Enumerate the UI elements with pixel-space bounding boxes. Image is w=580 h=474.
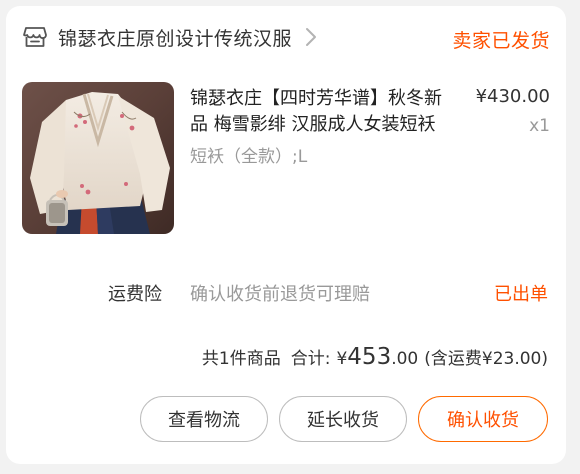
total-label: 合计: <box>290 349 331 369</box>
product-price: ¥430.00 <box>475 86 550 107</box>
shipping-fee-note: (含运费¥23.00) <box>424 349 548 369</box>
view-logistics-button[interactable]: 查看物流 <box>140 396 268 442</box>
total-currency: ¥ <box>336 349 348 369</box>
product-image[interactable] <box>22 82 174 234</box>
product-quantity: x1 <box>529 116 550 136</box>
confirm-receipt-button[interactable]: 确认收货 <box>418 396 548 442</box>
total-amount-decimal: .00 <box>391 349 419 369</box>
freight-insurance-status[interactable]: 已出单 <box>494 280 548 306</box>
freight-insurance-desc: 确认收货前退货可理赔 <box>190 284 370 305</box>
store-icon <box>23 27 47 47</box>
product-sku: 短袄（全款）;L <box>190 147 308 167</box>
chevron-right-icon <box>306 28 317 46</box>
order-card: 锦瑟衣庄原创设计传统汉服 卖家已发货 锦瑟衣庄【四时芳华谱】秋冬新品 梅雪影绯 … <box>6 6 566 464</box>
hanfu-product-photo <box>22 82 174 234</box>
shop-name[interactable]: 锦瑟衣庄原创设计传统汉服 <box>58 24 292 51</box>
order-status: 卖家已发货 <box>452 30 550 52</box>
order-total: 共1件商品 合计: ¥ 453 .00 (含运费¥23.00) <box>202 344 548 370</box>
freight-insurance-label: 运费险 <box>108 284 162 305</box>
product-title[interactable]: 锦瑟衣庄【四时芳华谱】秋冬新品 梅雪影绯 汉服成人女装短袄 <box>190 86 452 138</box>
shop-header[interactable]: 锦瑟衣庄原创设计传统汉服 <box>22 20 318 54</box>
extend-receipt-button[interactable]: 延长收货 <box>279 396 407 442</box>
total-amount-integer: 453 <box>347 344 392 370</box>
item-count: 共1件商品 <box>201 349 281 369</box>
